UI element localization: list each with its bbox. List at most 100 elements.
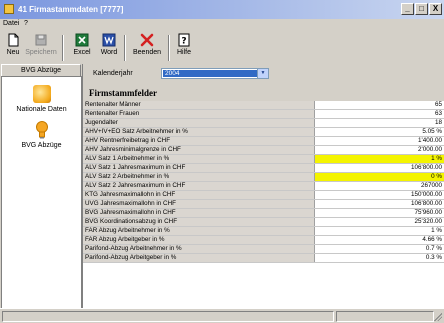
- field-value[interactable]: 267000: [314, 181, 444, 191]
- field-value[interactable]: 65: [314, 101, 444, 110]
- table-row: Parifond-Abzug Arbeitnehmer in % 0.7 %: [83, 244, 444, 254]
- field-value[interactable]: 0.3 %: [314, 253, 444, 263]
- field-value[interactable]: 2'000.00: [314, 145, 444, 155]
- field-value[interactable]: 63: [314, 109, 444, 119]
- field-value[interactable]: 106'800.00: [314, 199, 444, 209]
- nav-item-nationale-daten[interactable]: Nationale Daten: [2, 85, 81, 113]
- field-label: AHV Rentnerfreibetrag in CHF: [83, 136, 316, 146]
- field-label: ALV Satz 1 Arbeitnehmer in %: [83, 154, 316, 164]
- left-nav-pane: BVG Abzüge Nationale Daten BVG Abzüge: [0, 64, 83, 309]
- section-title: Firmstammfelder: [89, 88, 157, 98]
- field-value[interactable]: 0.7 %: [314, 244, 444, 254]
- field-label: AHV+IV+EO Satz Arbeitnehmer in %: [83, 127, 316, 137]
- table-row: Rentenalter Männer 65: [83, 101, 444, 110]
- save-icon: [35, 34, 47, 46]
- field-value[interactable]: 18: [314, 118, 444, 128]
- field-value[interactable]: 4.66 %: [314, 235, 444, 245]
- svg-text:?: ?: [181, 37, 186, 47]
- resize-grip[interactable]: [434, 313, 442, 321]
- field-value[interactable]: 25'320.00: [314, 217, 444, 227]
- toolbar-separator: [168, 35, 170, 61]
- field-value[interactable]: 1'400.00: [314, 136, 444, 146]
- field-label: Rentenalter Männer: [83, 101, 316, 110]
- toolbar: Neu Speichern Excel Word Beenden ? Hilfe: [0, 31, 444, 64]
- main-content: Kalenderjahr 2004 ▼ Firmstammfelder Rent…: [83, 64, 444, 308]
- minimize-button[interactable]: _: [401, 3, 414, 15]
- field-label: Parifond-Abzug Arbeitnehmer in %: [83, 244, 316, 254]
- excel-icon: [75, 33, 89, 47]
- excel-button[interactable]: Excel: [70, 33, 94, 63]
- field-value[interactable]: 106'800.00: [314, 163, 444, 173]
- status-panel: [336, 311, 434, 322]
- menu-bar: Datei ?: [0, 19, 444, 31]
- window-title: 41 Firmastammdaten [7777]: [18, 5, 124, 14]
- table-row: ALV Satz 2 Arbeitnehmer in % 0 %: [83, 172, 444, 182]
- field-value[interactable]: 75'960.00: [314, 208, 444, 218]
- field-label: UVG Jahresmaximallohn in CHF: [83, 199, 316, 209]
- maximize-button[interactable]: □: [415, 3, 428, 15]
- field-value[interactable]: 0 %: [314, 172, 444, 182]
- field-label: FAR Abzug Arbeitgeber in %: [83, 235, 316, 245]
- field-label: BVG Jahresmaximallohn in CHF: [83, 208, 316, 218]
- kalenderjahr-select[interactable]: 2004 ▼: [161, 68, 269, 79]
- field-label: Rentenalter Frauen: [83, 109, 316, 119]
- table-row: UVG Jahresmaximallohn in CHF 106'800.00: [83, 199, 444, 209]
- status-panel: [2, 311, 334, 322]
- table-row: BVG Jahresmaximallohn in CHF 75'960.00: [83, 208, 444, 218]
- menu-help[interactable]: ?: [24, 20, 28, 27]
- section-header: Firmstammfelder: [83, 84, 444, 101]
- nav-item-bvg-abzuege[interactable]: BVG Abzüge: [2, 121, 81, 149]
- word-icon: [102, 33, 116, 47]
- table-row: Jugendalter 18: [83, 118, 444, 128]
- new-label: Neu: [6, 49, 20, 56]
- nav-item-label: BVG Abzüge: [21, 142, 62, 149]
- close-x-icon: [140, 33, 154, 47]
- save-button[interactable]: Speichern: [24, 33, 58, 63]
- field-label: BVG Koordinationsabzug in CHF: [83, 217, 316, 227]
- word-button[interactable]: Word: [98, 33, 120, 63]
- field-value[interactable]: 1 %: [314, 154, 444, 164]
- word-label: Word: [100, 49, 118, 56]
- table-row: Parifond-Abzug Arbeitgeber in % 0.3 %: [83, 253, 444, 263]
- chevron-down-icon[interactable]: ▼: [257, 69, 268, 78]
- lightbulb-icon: [35, 121, 48, 139]
- close-window-button[interactable]: X: [429, 3, 442, 15]
- field-label: AHV Jahresminimalgrenze in CHF: [83, 145, 316, 155]
- table-row: FAR Abzug Arbeitgeber in % 4.66 %: [83, 235, 444, 245]
- help-button[interactable]: ? Hilfe: [174, 33, 194, 63]
- table-row: ALV Satz 2 Jahresmaximum in CHF 267000: [83, 181, 444, 191]
- nav-list: Nationale Daten BVG Abzüge: [1, 76, 82, 309]
- table-row: KTG Jahresmaximallohn in CHF 150'000.00: [83, 190, 444, 200]
- title-bar: 41 Firmastammdaten [7777] _ □ X: [0, 0, 444, 19]
- folder-icon: [32, 85, 51, 103]
- table-row: ALV Satz 1 Arbeitnehmer in % 1 %: [83, 154, 444, 164]
- field-value[interactable]: 150'000.00: [314, 190, 444, 200]
- table-row: ALV Satz 1 Jahresmaximum in CHF 106'800.0…: [83, 163, 444, 173]
- table-row: BVG Koordinationsabzug in CHF 25'320.00: [83, 217, 444, 227]
- menu-datei[interactable]: Datei: [3, 20, 19, 27]
- field-label: KTG Jahresmaximallohn in CHF: [83, 190, 316, 200]
- kalenderjahr-value: 2004: [163, 70, 257, 77]
- beenden-button[interactable]: Beenden: [130, 33, 164, 63]
- excel-label: Excel: [73, 49, 91, 56]
- help-icon: ?: [178, 33, 190, 47]
- nav-item-label: Nationale Daten: [16, 106, 67, 113]
- field-label: Parifond-Abzug Arbeitgeber in %: [83, 253, 316, 263]
- help-label: Hilfe: [176, 49, 191, 56]
- toolbar-separator: [124, 35, 126, 61]
- field-value[interactable]: 1 %: [314, 226, 444, 236]
- save-label: Speichern: [25, 49, 57, 56]
- table-row: AHV+IV+EO Satz Arbeitnehmer in % 5.05 %: [83, 127, 444, 137]
- table-row: AHV Rentnerfreibetrag in CHF 1'400.00: [83, 136, 444, 146]
- app-icon: [4, 4, 14, 14]
- filter-bar: Kalenderjahr 2004 ▼: [83, 64, 444, 84]
- field-value[interactable]: 5.05 %: [314, 127, 444, 137]
- field-label: ALV Satz 2 Jahresmaximum in CHF: [83, 181, 316, 191]
- field-label: Jugendalter: [83, 118, 316, 128]
- new-button[interactable]: Neu: [4, 33, 22, 63]
- table-row: AHV Jahresminimalgrenze in CHF 2'000.00: [83, 145, 444, 155]
- table-row: FAR Abzug Arbeitnehmer in % 1 %: [83, 226, 444, 236]
- new-document-icon: [8, 33, 19, 47]
- beenden-label: Beenden: [132, 49, 162, 56]
- kalenderjahr-label: Kalenderjahr: [93, 70, 133, 77]
